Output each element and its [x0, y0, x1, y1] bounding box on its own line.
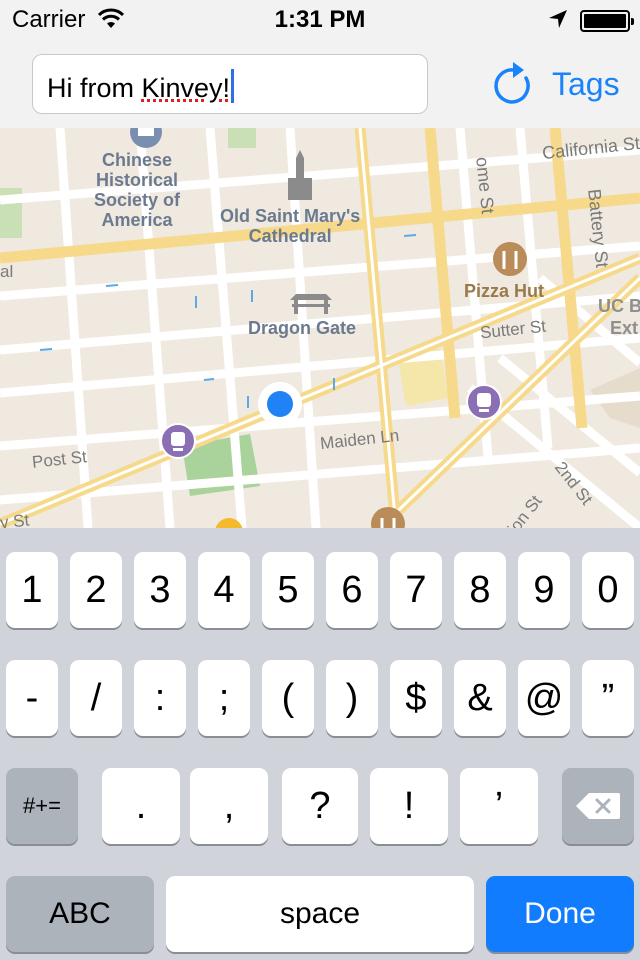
numeric-keyboard: 1 2 3 4 5 6 7 8 9 0 - / : ; ( ) $ & @ ” … [0, 528, 640, 960]
key-period[interactable]: . [102, 768, 180, 844]
key-dollar[interactable]: $ [390, 660, 442, 736]
key-5[interactable]: 5 [262, 552, 314, 628]
key-1[interactable]: 1 [6, 552, 58, 628]
map-label-pizza-hut: Pizza Hut [464, 281, 545, 301]
key-slash[interactable]: / [70, 660, 122, 736]
key-6[interactable]: 6 [326, 552, 378, 628]
key-0[interactable]: 0 [582, 552, 634, 628]
key-more-symbols[interactable]: #+= [6, 768, 78, 844]
key-apostrophe[interactable]: ’ [460, 768, 538, 844]
location-services-icon [549, 10, 567, 28]
backspace-icon [576, 793, 620, 819]
map-label-old-saint-marys: Old Saint Mary's Cathedral [220, 206, 361, 246]
key-comma[interactable]: , [190, 768, 268, 844]
status-time: 1:31 PM [274, 6, 366, 33]
status-bar: Carrier 1:31 PM [0, 0, 640, 40]
key-colon[interactable]: : [134, 660, 186, 736]
message-text-prefix: Hi from [47, 73, 142, 103]
transit-poi-icon-2 [160, 423, 196, 459]
restaurant-poi-icon [493, 242, 527, 276]
gate-poi-icon [290, 294, 332, 314]
key-abc[interactable]: ABC [6, 876, 154, 952]
top-bar: Hi from Kinvey! Tags [0, 40, 640, 128]
key-done[interactable]: Done [486, 876, 634, 952]
key-4[interactable]: 4 [198, 552, 250, 628]
key-delete[interactable] [562, 768, 634, 844]
key-exclamation[interactable]: ! [370, 768, 448, 844]
key-semicolon[interactable]: ; [198, 660, 250, 736]
map-label-uc-ext: Ext [610, 318, 639, 338]
tags-button[interactable]: Tags [552, 66, 620, 103]
message-text-field[interactable]: Hi from Kinvey! [32, 54, 428, 114]
text-cursor [231, 69, 235, 103]
map-label-chinese-historical: Chinese Historical Society of America [94, 150, 181, 230]
key-close-paren[interactable]: ) [326, 660, 378, 736]
map-label-uc-berkeley: UC B [598, 296, 640, 316]
key-question[interactable]: ? [282, 768, 358, 844]
transit-poi-icon [466, 384, 502, 420]
message-text-value: Hi from Kinvey! [47, 69, 235, 104]
key-8[interactable]: 8 [454, 552, 506, 628]
key-7[interactable]: 7 [390, 552, 442, 628]
map-view[interactable]: Chinese Historical Society of America Ol… [0, 128, 640, 528]
key-ampersand[interactable]: & [454, 660, 506, 736]
key-space[interactable]: space [166, 876, 474, 952]
key-double-quote[interactable]: ” [582, 660, 634, 736]
key-open-paren[interactable]: ( [262, 660, 314, 736]
map-label-bottom-left: y St [0, 510, 31, 528]
current-location-dot [258, 382, 302, 426]
misspelled-word: Kinvey! [141, 73, 231, 103]
key-hyphen[interactable]: - [6, 660, 58, 736]
key-3[interactable]: 3 [134, 552, 186, 628]
refresh-icon[interactable] [492, 58, 536, 108]
museum-poi-icon [130, 128, 162, 148]
key-2[interactable]: 2 [70, 552, 122, 628]
map-label-dragon-gate: Dragon Gate [248, 318, 357, 338]
key-at[interactable]: @ [518, 660, 570, 736]
map-label-left-edge: al [0, 262, 14, 281]
key-9[interactable]: 9 [518, 552, 570, 628]
battery-icon [580, 10, 634, 32]
